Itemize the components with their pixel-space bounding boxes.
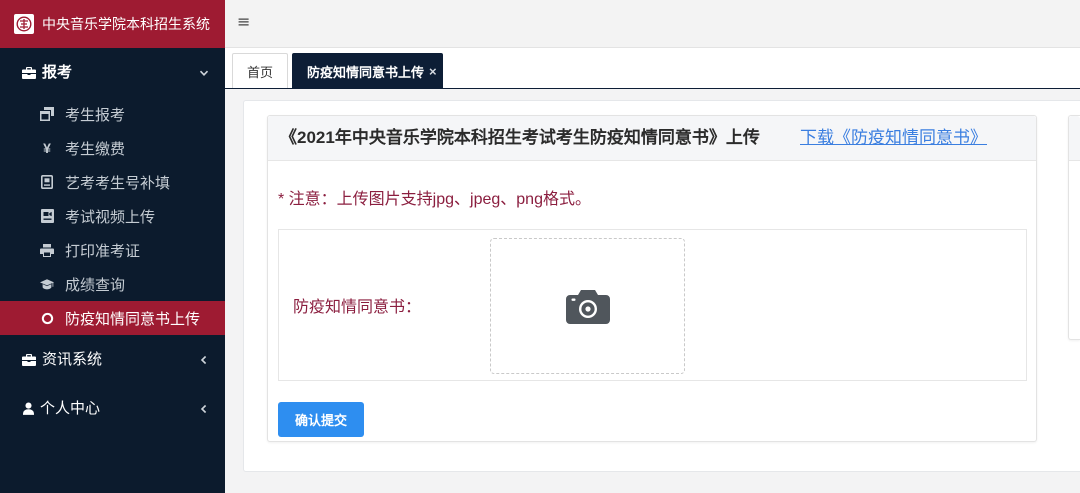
- sidebar-group-personal-center[interactable]: 个人中心: [0, 384, 225, 433]
- video-file-icon: [40, 209, 54, 223]
- side-panel: [1068, 115, 1080, 340]
- window-restore-icon: [40, 107, 54, 121]
- sidebar: 中央音乐学院本科招生系统 报考 考生报考 ¥ 考生缴费 艺考考生号补填 考试视频…: [0, 0, 225, 493]
- panel-title: 《2021年中央音乐学院本科招生考试考生防疫知情同意书》上传: [280, 128, 760, 147]
- page-tabs: 首页 防疫知情同意书上传 ×: [225, 48, 1080, 89]
- content-wrapper: 《2021年中央音乐学院本科招生考试考生防疫知情同意书》上传 下载《防疫知情同意…: [243, 100, 1080, 472]
- sidebar-item-label: 考试视频上传: [65, 208, 156, 226]
- tab-home[interactable]: 首页: [232, 53, 288, 88]
- top-navbar: ≡: [225, 0, 1080, 48]
- sidebar-item-epidemic-consent-upload[interactable]: 防疫知情同意书上传: [0, 301, 225, 335]
- tab-label: 防疫知情同意书上传: [307, 64, 425, 80]
- id-card-icon: [40, 175, 54, 189]
- tab-epidemic-consent-upload[interactable]: 防疫知情同意书上传 ×: [292, 53, 443, 88]
- sidebar-item-label: 考生缴费: [65, 140, 126, 158]
- user-icon: [22, 402, 34, 416]
- hamburger-icon[interactable]: ≡: [237, 12, 250, 32]
- sidebar-item-label: 打印准考证: [65, 242, 141, 260]
- sidebar-item-label: 艺考考生号补填: [65, 174, 171, 192]
- briefcase-icon: [22, 353, 36, 367]
- sidebar-group-label: 个人中心: [40, 400, 101, 417]
- sidebar-item-print-admission-ticket[interactable]: 打印准考证: [0, 233, 225, 267]
- sidebar-group-apply[interactable]: 报考: [0, 48, 225, 97]
- image-upload-dropzone[interactable]: [490, 238, 685, 374]
- sidebar-group-label: 报考: [42, 64, 73, 81]
- circle-icon: [40, 311, 54, 325]
- sidebar-item-label: 成绩查询: [65, 276, 126, 294]
- field-label: 防疫知情同意书：: [293, 299, 422, 316]
- close-icon[interactable]: ×: [429, 64, 437, 79]
- chevron-down-icon: [199, 68, 209, 78]
- sidebar-item-label: 考生报考: [65, 106, 126, 124]
- school-emblem-icon: [16, 16, 32, 32]
- yen-icon: ¥: [43, 140, 51, 156]
- side-panel-heading: [1069, 116, 1080, 161]
- sidebar-group-label: 资讯系统: [42, 351, 103, 368]
- submit-button[interactable]: 确认提交: [278, 402, 364, 437]
- briefcase-icon: [22, 66, 36, 80]
- sidebar-item-score-query[interactable]: 成绩查询: [0, 267, 225, 301]
- chevron-left-icon: [199, 355, 209, 365]
- sidebar-item-video-upload[interactable]: 考试视频上传: [0, 199, 225, 233]
- graduation-cap-icon: [40, 277, 54, 291]
- upload-panel: 《2021年中央音乐学院本科招生考试考生防疫知情同意书》上传 下载《防疫知情同意…: [267, 115, 1037, 442]
- camera-icon: [565, 290, 610, 324]
- print-icon: [40, 243, 54, 257]
- upload-format-notice: * 注意：上传图片支持jpg、jpeg、png格式。: [278, 191, 591, 208]
- download-consent-link[interactable]: 下载《防疫知情同意书》: [800, 116, 987, 160]
- tab-label: 首页: [246, 64, 273, 80]
- chevron-left-icon: [199, 404, 209, 414]
- sidebar-group-news[interactable]: 资讯系统: [0, 335, 225, 384]
- sidebar-submenu-apply: 考生报考 ¥ 考生缴费 艺考考生号补填 考试视频上传 打印准考证 成绩查询 防疫…: [0, 97, 225, 335]
- sidebar-item-exam-number-fill[interactable]: 艺考考生号补填: [0, 165, 225, 199]
- logo: [14, 14, 34, 34]
- app-title: 中央音乐学院本科招生系统: [42, 16, 210, 32]
- sidebar-item-payment[interactable]: ¥ 考生缴费: [0, 131, 225, 165]
- sidebar-item-registration[interactable]: 考生报考: [0, 97, 225, 131]
- panel-heading: 《2021年中央音乐学院本科招生考试考生防疫知情同意书》上传 下载《防疫知情同意…: [268, 116, 1036, 161]
- brand-bar[interactable]: 中央音乐学院本科招生系统: [0, 0, 225, 48]
- sidebar-item-label: 防疫知情同意书上传: [65, 310, 201, 328]
- main-content: 《2021年中央音乐学院本科招生考试考生防疫知情同意书》上传 下载《防疫知情同意…: [225, 89, 1080, 493]
- consent-upload-field: 防疫知情同意书：: [278, 229, 1027, 381]
